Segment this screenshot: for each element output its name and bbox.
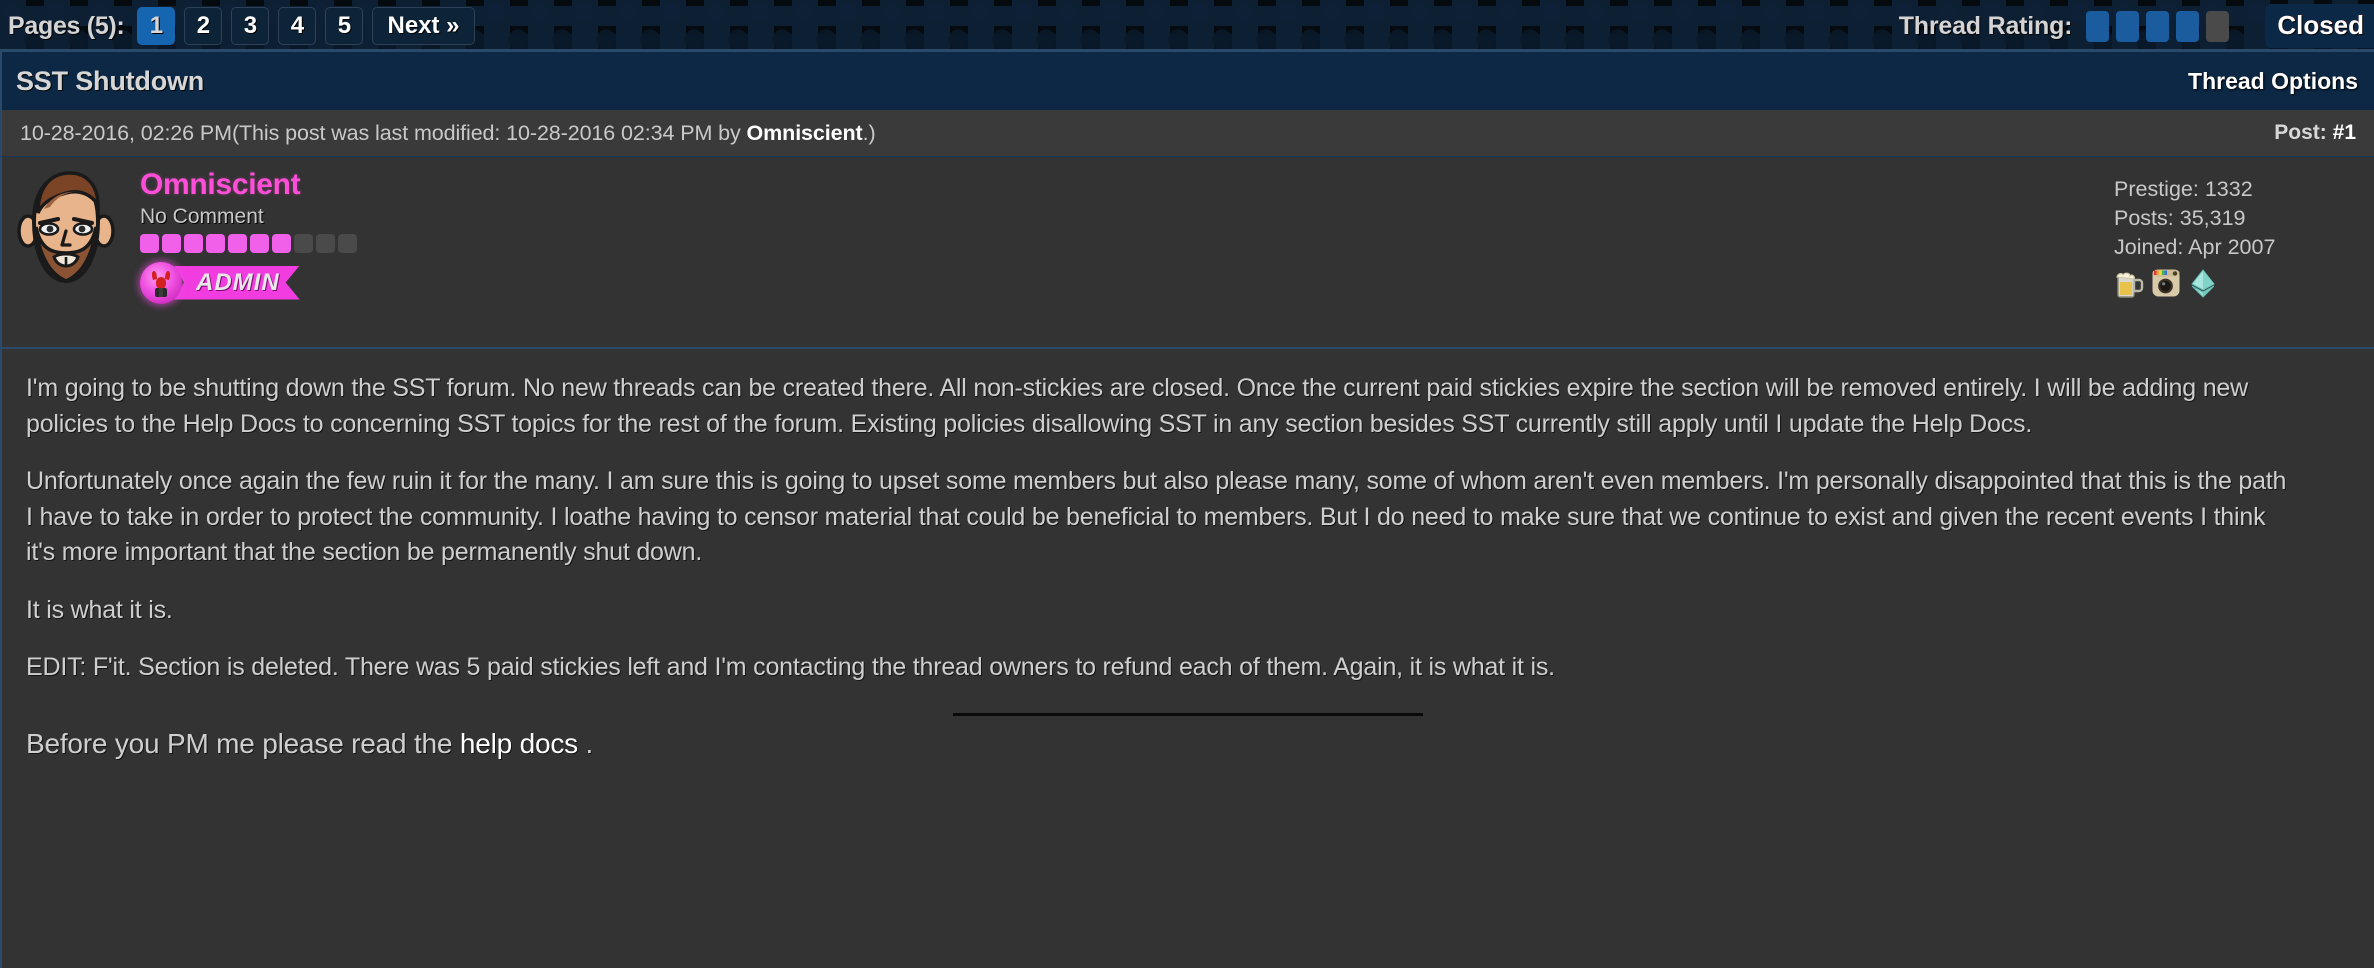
stat-posts-label: Posts: — [2114, 205, 2174, 230]
post-paragraph-4: EDIT: F'it. Section is deleted. There wa… — [26, 653, 1555, 681]
reputation-block — [294, 233, 313, 253]
usergroup-badge: ADMIN — [140, 261, 357, 304]
instagram-camera-icon[interactable] — [2151, 268, 2181, 298]
thread-rating-label: Thread Rating: — [1898, 11, 2073, 40]
avatar-cell — [2, 157, 122, 347]
pagination: Pages (5): 1 2 3 4 5 Next » — [0, 7, 475, 45]
reputation-block — [250, 233, 269, 253]
reputation-block — [338, 233, 357, 253]
reputation-block — [206, 233, 225, 253]
next-page-button[interactable]: Next » — [372, 7, 475, 45]
signature-suffix: . — [577, 727, 594, 759]
thread-title-bar: SST Shutdown Thread Options — [0, 52, 2374, 110]
post-date: 10-28-2016, 02:26 PM — [20, 120, 232, 145]
reputation-block — [272, 233, 291, 253]
signature: Before you PM me please read the help do… — [26, 728, 2350, 760]
post-modified-suffix: .) — [862, 120, 876, 145]
stat-joined: Joined: Apr 2007 — [2114, 233, 2338, 262]
author-username[interactable]: Omniscient — [140, 169, 357, 201]
post-modified-by-user[interactable]: Omniscient — [747, 121, 863, 145]
post-body: I'm going to be shutting down the SST fo… — [0, 349, 2374, 968]
reputation-block — [140, 233, 159, 253]
rating-star-1[interactable] — [2086, 10, 2110, 42]
pagination-bar: Pages (5): 1 2 3 4 5 Next » Thread Ratin… — [0, 0, 2374, 52]
ethereum-diamond-icon[interactable] — [2188, 268, 2218, 299]
post-number-value: #1 — [2332, 121, 2356, 144]
stat-prestige: Prestige: 1332 — [2114, 175, 2338, 204]
post-number-label: Post: — [2274, 121, 2333, 144]
post-paragraph-3: It is what it is. — [26, 595, 173, 624]
stat-joined-label: Joined: — [2114, 234, 2184, 259]
stat-posts: Posts: 35,319 — [2114, 204, 2338, 233]
author-usertitle: No Comment — [140, 204, 264, 228]
reputation-block — [162, 233, 181, 253]
beer-mug-icon[interactable] — [2114, 268, 2144, 299]
thread-page: Pages (5): 1 2 3 4 5 Next » Thread Ratin… — [0, 0, 2374, 968]
signature-prefix: Before you PM me please read the — [26, 727, 460, 759]
page-button-4[interactable]: 4 — [278, 7, 317, 45]
rating-stars[interactable] — [2086, 10, 2230, 42]
author-stats: Prestige: 1332 Posts: 35,319 Joined: Apr… — [2114, 157, 2374, 347]
post-modified-date: 10-28-2016 02:34 PM — [506, 120, 713, 145]
thread-rating: Thread Rating: Closed — [1899, 4, 2374, 48]
reputation-block — [228, 233, 247, 253]
usergroup-label: ADMIN — [174, 266, 300, 300]
rating-star-2[interactable] — [2116, 10, 2140, 42]
devil-icon — [140, 261, 182, 304]
rating-star-3[interactable] — [2146, 10, 2170, 42]
closed-button[interactable]: Closed — [2265, 4, 2374, 48]
reputation-bar[interactable] — [140, 233, 357, 253]
avatar[interactable] — [14, 165, 118, 289]
page-button-1[interactable]: 1 — [137, 7, 176, 45]
post-date-line: 10-28-2016, 02:26 PM(This post was last … — [20, 121, 876, 146]
page-title: SST Shutdown — [16, 65, 205, 96]
post-meta-row: 10-28-2016, 02:26 PM(This post was last … — [0, 110, 2374, 157]
post-modified-by-prefix: by — [712, 120, 747, 145]
stat-posts-value: 35,319 — [2179, 205, 2246, 230]
rating-star-5[interactable] — [2206, 10, 2230, 42]
post-paragraph-1: I'm going to be shutting down the SST fo… — [26, 374, 2248, 438]
reputation-block — [316, 233, 335, 253]
post-paragraph-2: Unfortunately once again the few ruin it… — [26, 467, 2287, 566]
post-author-row: Omniscient No Comment ADMIN Prestige: 13… — [0, 157, 2374, 349]
pages-label: Pages (5): — [8, 11, 125, 40]
stat-prestige-label: Prestige: — [2114, 177, 2199, 201]
reputation-block — [184, 233, 203, 253]
thread-options-link[interactable]: Thread Options — [2188, 68, 2358, 95]
rating-star-4[interactable] — [2176, 10, 2200, 42]
signature-separator — [953, 712, 1423, 716]
stat-prestige-value: 1332 — [2204, 177, 2253, 201]
page-button-5[interactable]: 5 — [325, 7, 364, 45]
page-button-2[interactable]: 2 — [184, 7, 223, 45]
post-number[interactable]: Post: #1 — [2274, 121, 2356, 145]
stat-joined-value: Apr 2007 — [2188, 234, 2276, 259]
post-modified-prefix: (This post was last modified: — [231, 120, 507, 145]
author-info: Omniscient No Comment ADMIN — [122, 157, 357, 347]
page-button-3[interactable]: 3 — [231, 7, 270, 45]
help-docs-link[interactable]: help docs — [460, 728, 578, 759]
award-badges — [2114, 268, 2338, 299]
